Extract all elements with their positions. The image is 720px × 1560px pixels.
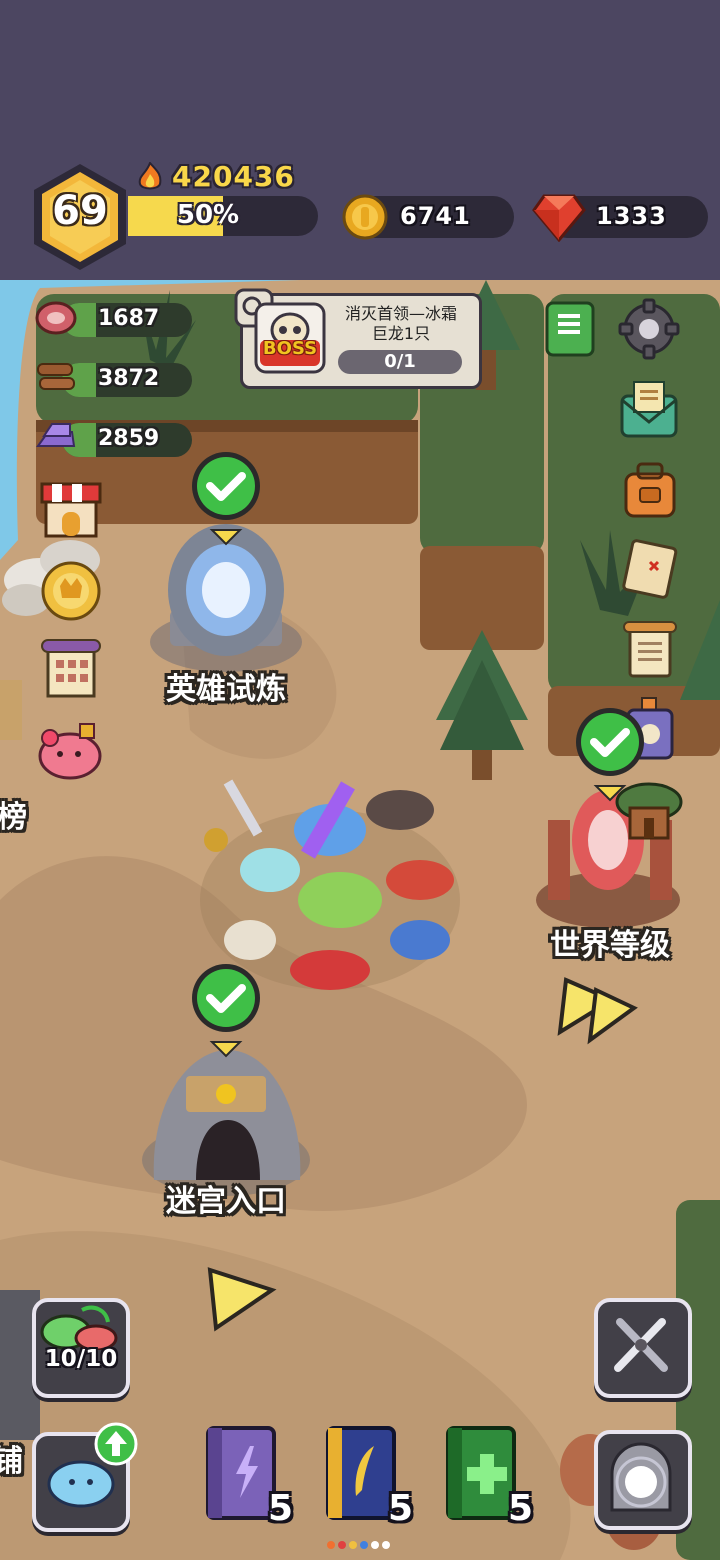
maze-check-icon: [192, 964, 260, 1058]
xp-percent: 50%: [176, 200, 240, 230]
left-partial-label-bottom: 铺: [0, 1444, 23, 1479]
ore-amount: 2859: [98, 426, 160, 451]
quest-title: 消灭首领—冰霜 巨龙1只: [330, 304, 472, 344]
boss-badge: BOSS: [262, 338, 318, 359]
power-flame-icon: [138, 162, 162, 190]
lightning-book-count: 5: [268, 1488, 294, 1529]
settings-gear-icon[interactable]: [618, 298, 680, 360]
quest-title-line2: 巨龙1只: [371, 324, 431, 343]
page-dots-graphic: [327, 1541, 390, 1549]
pink-slime-gift-icon[interactable]: [36, 720, 104, 780]
crown-medal-icon[interactable]: [38, 558, 104, 624]
slime-capacity: 10/10: [44, 1346, 118, 1372]
hero-trial-check-icon: [192, 452, 260, 546]
world-level-check-icon: [576, 708, 644, 802]
ore-ingot-icon: [36, 423, 76, 447]
heal-book-count: 5: [508, 1488, 534, 1529]
crossed-swords-icon: [614, 1318, 668, 1372]
left-partial-label-top: 榜: [0, 800, 27, 835]
world-level-label[interactable]: 世界等级: [520, 920, 700, 964]
treasure-map-icon[interactable]: [620, 538, 680, 600]
meat-icon: [35, 301, 77, 335]
wood-logs-icon: [37, 363, 75, 390]
combat-power: 420436: [172, 160, 295, 193]
wood-amount: 3872: [98, 366, 160, 391]
shop-icon[interactable]: [40, 480, 102, 540]
gold-coin-icon: [342, 194, 388, 240]
gem-amount: 1333: [596, 202, 667, 230]
player-level: 69: [52, 188, 108, 234]
green-book-icon[interactable]: [544, 300, 596, 358]
mail-icon[interactable]: [618, 378, 680, 440]
hero-trial-label[interactable]: 英雄试炼: [136, 664, 316, 708]
feather-book-count: 5: [388, 1488, 414, 1529]
scroll-icon[interactable]: [620, 618, 680, 682]
calendar-scroll-icon[interactable]: [40, 638, 102, 702]
gold-amount: 6741: [400, 202, 471, 230]
quest-progress: 0/1: [384, 351, 416, 372]
page-dots: [326, 1535, 396, 1549]
slime-pair-icon: [40, 1305, 118, 1350]
stone-portal-icon: [610, 1442, 672, 1512]
quest-title-line1: 消灭首领—冰霜: [344, 304, 457, 323]
upgrade-arrow-icon: [94, 1422, 138, 1466]
backpack-icon[interactable]: [620, 460, 680, 520]
maze-entrance-label[interactable]: 迷宫入口: [136, 1176, 316, 1220]
meat-amount: 1687: [98, 306, 160, 331]
red-gem-icon: [532, 194, 586, 242]
